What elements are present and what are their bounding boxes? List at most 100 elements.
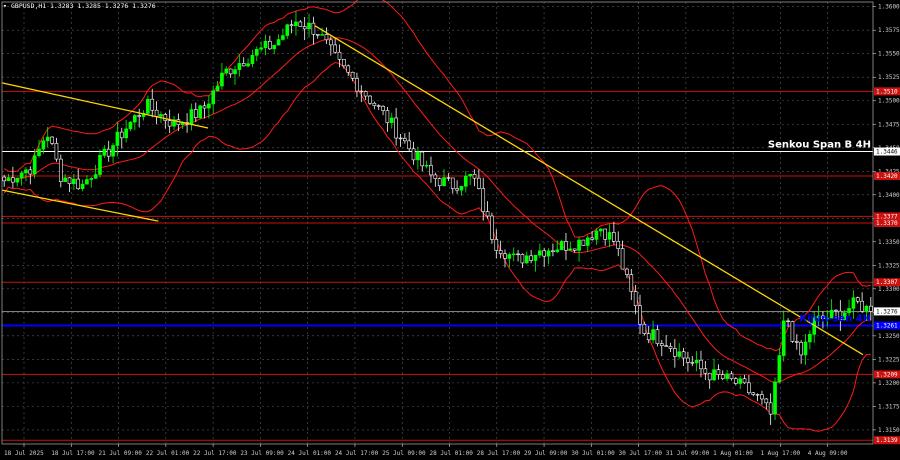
candle-body bbox=[416, 151, 420, 161]
candle-body bbox=[337, 51, 342, 60]
candle-body bbox=[455, 188, 459, 191]
candle-body bbox=[799, 342, 803, 356]
candle-body bbox=[159, 114, 163, 117]
candle-body bbox=[54, 143, 59, 160]
candle-body bbox=[520, 254, 525, 264]
candle-body bbox=[481, 188, 486, 212]
candle-body bbox=[328, 39, 333, 46]
level-annotation: Senkou Span B 4H bbox=[768, 140, 871, 151]
candle-body bbox=[598, 228, 603, 232]
candle-body bbox=[533, 254, 538, 261]
candle-body bbox=[707, 372, 712, 381]
x-tick-label: 23 Jul 09:00 bbox=[240, 450, 284, 457]
candle-body bbox=[102, 148, 107, 156]
candlestick-chart[interactable]: 1.3600 1.3575 1.3550 1.3525 1.3500 1.3475 1.34… bbox=[0, 0, 900, 460]
candle-body bbox=[268, 40, 272, 50]
candle-body bbox=[659, 343, 664, 347]
candle-body bbox=[477, 177, 481, 189]
candle-body bbox=[150, 98, 155, 111]
candle-body bbox=[302, 26, 307, 30]
trendlines bbox=[1, 24, 864, 356]
candle-body bbox=[625, 268, 629, 275]
candle-body bbox=[503, 253, 507, 259]
candle-body bbox=[37, 148, 41, 156]
candle-body bbox=[764, 398, 769, 404]
candle-body bbox=[285, 24, 290, 36]
candle-body bbox=[98, 155, 102, 175]
candle-body bbox=[855, 297, 860, 302]
x-tick-label: 4 Aug 09:00 bbox=[808, 450, 848, 457]
trendline[interactable] bbox=[1, 82, 209, 129]
candle-body bbox=[119, 131, 124, 139]
candle-body bbox=[468, 173, 472, 177]
candle-body bbox=[742, 378, 747, 384]
candle-body bbox=[32, 155, 37, 175]
candle-body bbox=[794, 341, 799, 343]
candle-body bbox=[694, 359, 699, 364]
candle-body bbox=[80, 183, 85, 190]
level-price-label: 1.3307 bbox=[876, 279, 898, 286]
trendline[interactable] bbox=[314, 24, 864, 356]
candle-body bbox=[50, 136, 54, 144]
candle-body bbox=[594, 230, 599, 240]
candle-body bbox=[254, 48, 259, 56]
x-tick-label: 25 Jul 09:00 bbox=[382, 450, 426, 457]
candle-body bbox=[551, 250, 555, 253]
candle-body bbox=[411, 148, 416, 161]
candle-body bbox=[538, 250, 542, 256]
candle-body bbox=[686, 357, 690, 363]
level-price-label: 1.3510 bbox=[876, 88, 898, 95]
candle-body bbox=[146, 98, 150, 114]
candle-body bbox=[324, 34, 329, 41]
candle-body bbox=[755, 394, 760, 396]
y-tick-label: 1.3325 bbox=[878, 262, 900, 269]
candle-body bbox=[555, 249, 560, 253]
candle-body bbox=[629, 274, 634, 292]
candle-body bbox=[446, 177, 451, 179]
candle-body bbox=[163, 114, 168, 121]
candle-body bbox=[668, 346, 673, 349]
candle-body bbox=[58, 158, 63, 182]
candle-body bbox=[394, 117, 398, 139]
candle-body bbox=[585, 237, 590, 246]
candle-body bbox=[733, 378, 738, 384]
header-arrow-icon: ▾ bbox=[3, 2, 7, 10]
bollinger-middle bbox=[4, 37, 871, 383]
candle-body bbox=[11, 177, 15, 183]
candle-body bbox=[773, 381, 777, 415]
candle-body bbox=[564, 241, 568, 251]
candle-body bbox=[63, 177, 67, 182]
candle-body bbox=[211, 90, 216, 105]
candle-body bbox=[498, 250, 503, 254]
y-tick-label: 1.3600 bbox=[878, 4, 900, 11]
candle-body bbox=[725, 373, 729, 379]
candle-body bbox=[720, 374, 725, 379]
candle-body bbox=[372, 102, 377, 106]
candle-body bbox=[790, 321, 795, 342]
x-tick-label: 31 Jul 09:00 bbox=[666, 450, 710, 457]
candle-body bbox=[420, 151, 425, 167]
candle-body bbox=[193, 109, 198, 118]
candle-body bbox=[437, 178, 442, 187]
candle-body bbox=[616, 241, 621, 249]
candle-body bbox=[363, 91, 368, 97]
candle-body bbox=[716, 369, 721, 375]
x-tick-label: 22 Jul 01:00 bbox=[146, 450, 190, 457]
candle-body bbox=[424, 165, 429, 167]
x-tick-label: 28 Jul 01:00 bbox=[430, 450, 474, 457]
candle-body bbox=[215, 85, 220, 92]
candle-body bbox=[581, 239, 586, 246]
candle-body bbox=[376, 105, 381, 107]
candle-body bbox=[655, 329, 660, 344]
candle-body bbox=[315, 33, 320, 36]
annotations: Senkou Span B 4H Kijun-sen 4H bbox=[768, 140, 871, 325]
candle-body bbox=[281, 35, 285, 40]
candle-body bbox=[577, 239, 581, 251]
y-tick-label: 1.3500 bbox=[878, 98, 900, 105]
candle-body bbox=[189, 109, 194, 125]
candle-body bbox=[224, 68, 229, 74]
candle-body bbox=[450, 177, 455, 189]
candle-body bbox=[233, 69, 237, 75]
candle-body bbox=[385, 110, 390, 123]
candle-body bbox=[712, 369, 716, 381]
